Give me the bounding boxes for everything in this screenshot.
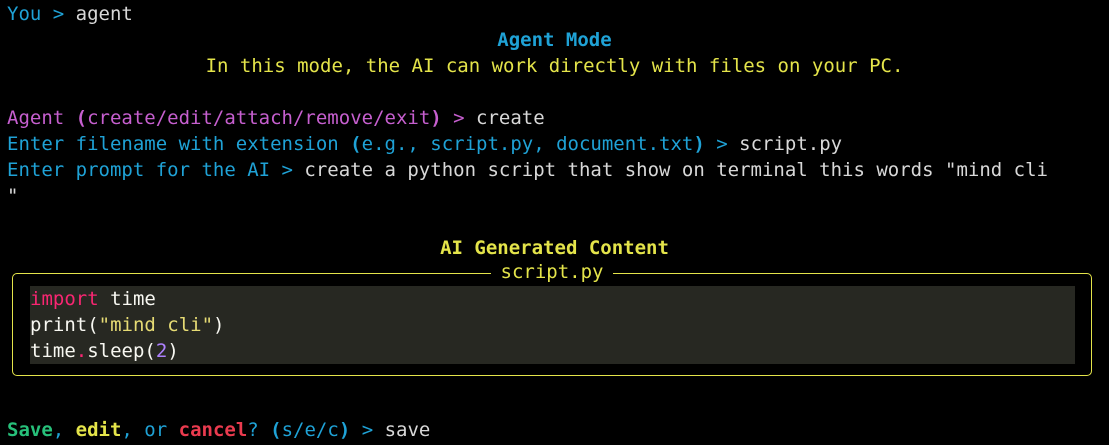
generated-file-panel: script.py import time print("mind cli") … xyxy=(12,261,1092,376)
agent-close-paren: ) xyxy=(430,107,442,129)
filename-open-paren: ( xyxy=(350,133,362,155)
code-line-2: print("mind cli") xyxy=(30,312,224,338)
code-keyword: import xyxy=(30,288,99,310)
code-text: ) xyxy=(213,314,225,336)
panel-file-title: script.py xyxy=(490,261,614,283)
filename-close-paren: ) xyxy=(693,133,705,155)
panel-title-row: script.py xyxy=(13,259,1091,285)
filename-prompt-line: Enter filename with extension (e.g., scr… xyxy=(7,131,842,157)
ai-prompt-label: Enter prompt for the AI > xyxy=(7,159,305,181)
user-input-text: agent xyxy=(75,3,133,25)
keys-text: s/e/c xyxy=(281,419,339,441)
edit-separator: , or xyxy=(121,419,179,441)
keys-close-paren: ) xyxy=(338,419,351,441)
mode-description: In this mode, the AI can work directly w… xyxy=(205,55,904,77)
generated-content-heading: AI Generated Content xyxy=(440,237,669,259)
code-text: time xyxy=(98,288,156,310)
keys-open-paren: ( xyxy=(270,419,282,441)
save-option: Save xyxy=(7,419,53,441)
terminal-window: You > agent Agent Mode In this mode, the… xyxy=(0,0,1109,445)
code-text: time xyxy=(30,340,76,362)
code-text: print( xyxy=(30,314,99,336)
code-block: import time print("mind cli") time.sleep… xyxy=(30,286,1075,364)
agent-input-text: create xyxy=(476,107,545,129)
code-line-3: time.sleep(2) xyxy=(30,338,179,364)
code-string: "mind cli" xyxy=(98,314,214,336)
save-separator: , xyxy=(52,419,76,441)
code-text: sleep( xyxy=(87,340,156,362)
code-number: 2 xyxy=(155,340,168,362)
user-prompt-line: You > agent xyxy=(7,1,133,27)
save-arrow: > xyxy=(350,419,385,441)
ai-prompt-input-text: create a python script that show on term… xyxy=(304,159,1048,181)
code-text: ) xyxy=(167,340,179,362)
edit-option: edit xyxy=(75,419,122,441)
filename-arrow: > xyxy=(704,133,740,155)
agent-label: Agent xyxy=(7,107,76,129)
filename-label: Enter filename with extension xyxy=(7,133,351,155)
filename-input-text: script.py xyxy=(739,133,843,155)
code-operator: . xyxy=(75,340,88,362)
cancel-option: cancel xyxy=(178,419,248,441)
agent-options: create/edit/attach/remove/exit xyxy=(87,107,431,129)
code-line-1: import time xyxy=(30,286,156,312)
filename-examples: e.g., script.py, document.txt xyxy=(361,133,694,155)
save-input-text: save xyxy=(384,419,431,441)
mode-title: Agent Mode xyxy=(497,29,612,51)
save-prompt-line: Save, edit, or cancel? (s/e/c) > save xyxy=(7,417,430,443)
user-prompt-label: You > xyxy=(7,3,76,25)
ai-prompt-wrap-line: " xyxy=(7,185,19,207)
question-mark: ? xyxy=(247,419,271,441)
ai-prompt-line: Enter prompt for the AI > create a pytho… xyxy=(7,157,1048,183)
agent-open-paren: ( xyxy=(75,107,88,129)
agent-command-line: Agent (create/edit/attach/remove/exit) >… xyxy=(7,105,545,131)
agent-arrow: > xyxy=(441,107,477,129)
